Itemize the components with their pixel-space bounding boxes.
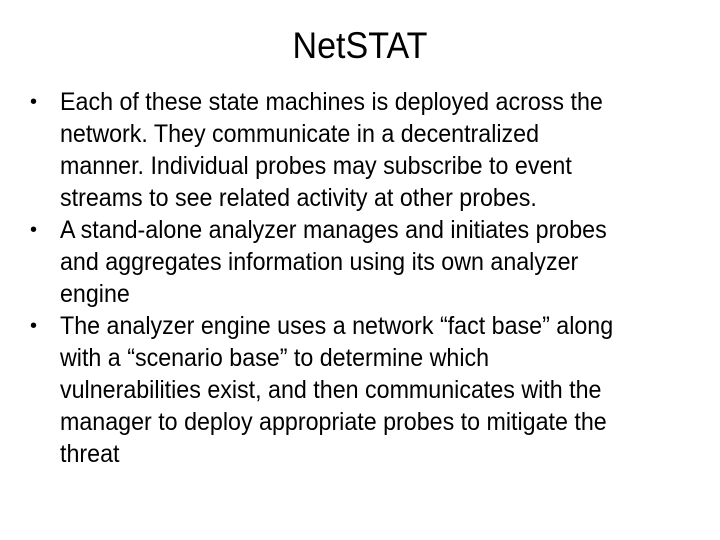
bullet-text-line: A stand-alone analyzer manages and initi…	[0, 214, 720, 246]
bullet-text-line: and aggregates information using its own…	[0, 246, 720, 278]
bullet-text: The analyzer engine uses a network “fact…	[60, 312, 614, 340]
bullet-text: vulnerabilities exist, and then communic…	[60, 376, 602, 404]
bullet-item: • Each of these state machines is deploy…	[0, 86, 720, 214]
bullet-text: network. They communicate in a decentral…	[60, 120, 540, 148]
bullet-text-line: engine	[0, 278, 720, 310]
bullet-text-line: with a “scenario base” to determine whic…	[0, 342, 720, 374]
bullet-text: threat	[60, 440, 120, 468]
slide-title: NetSTAT	[292, 25, 428, 66]
bullet-text: engine	[60, 280, 130, 308]
bullet-text-line: network. They communicate in a decentral…	[0, 118, 720, 150]
bullet-text-line: The analyzer engine uses a network “fact…	[0, 310, 720, 342]
bullet-text: Each of these state machines is deployed…	[60, 88, 603, 116]
bullet-text-line: Each of these state machines is deployed…	[0, 86, 720, 118]
bullet-text-line: threat	[0, 438, 720, 470]
bullet-text-line: vulnerabilities exist, and then communic…	[0, 374, 720, 406]
bullet-text-line: streams to see related activity at other…	[0, 182, 720, 214]
bullet-list: • Each of these state machines is deploy…	[0, 86, 720, 470]
bullet-item: • A stand-alone analyzer manages and ini…	[0, 214, 720, 310]
bullet-text-line: manner. Individual probes may subscribe …	[0, 150, 720, 182]
bullet-text: manager to deploy appropriate probes to …	[60, 408, 607, 436]
bullet-text: streams to see related activity at other…	[60, 184, 537, 212]
bullet-text: with a “scenario base” to determine whic…	[60, 344, 490, 372]
bullet-text: manner. Individual probes may subscribe …	[60, 152, 572, 180]
bullet-text-line: manager to deploy appropriate probes to …	[0, 406, 720, 438]
bullet-text: and aggregates information using its own…	[60, 248, 579, 276]
bullet-item: • The analyzer engine uses a network “fa…	[0, 310, 720, 470]
bullet-text: A stand-alone analyzer manages and initi…	[60, 216, 607, 244]
